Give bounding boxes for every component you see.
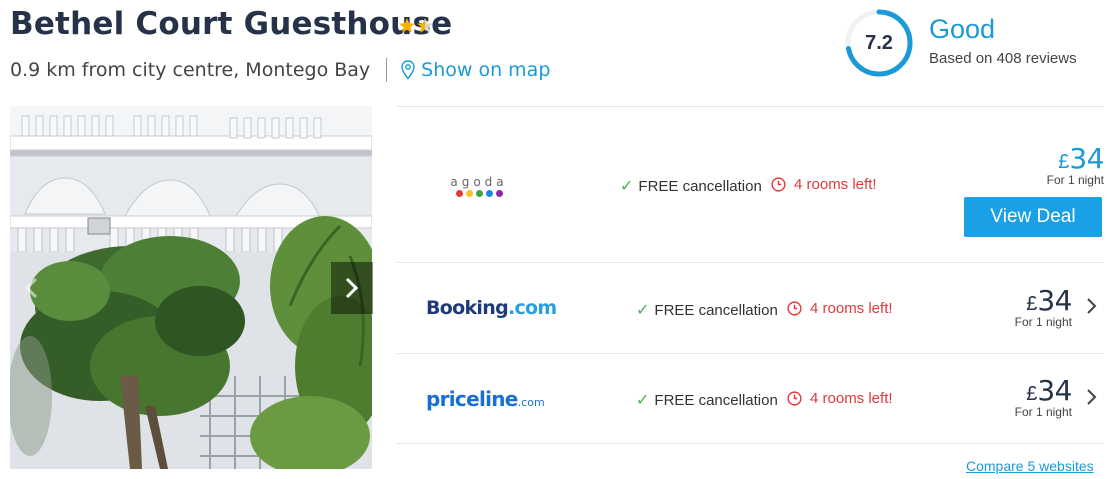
location-line: 0.9 km from city centre, Montego Bay Sho… [10,58,550,82]
chevron-right-icon [1087,389,1097,405]
compare-websites-link[interactable]: Compare 5 websites [966,458,1094,474]
price-booking: £34 For 1 night [962,284,1073,329]
rooms-left-agoda: 4 rooms left! [771,176,877,193]
free-cancellation-label: FREE cancellation [654,391,778,409]
hotel-photo-image [10,106,372,469]
currency-symbol: £ [1058,151,1070,173]
hotel-name: Bethel Court Guesthouse [10,6,453,42]
priceline-logo[interactable]: priceline.com [426,387,545,411]
free-cancellation-label: FREE cancellation [638,177,762,195]
price-amount: 34 [1037,284,1072,317]
price-per-night: For 1 night [1046,173,1104,187]
review-count: Based on 408 reviews [929,50,1077,67]
price-agoda: £34 For 1 night [994,142,1105,187]
rating-word: Good [929,14,996,44]
rooms-left-priceline: 4 rooms left! [787,390,893,407]
booking-logo-main: Booking [426,297,509,319]
free-cancellation-label: FREE cancellation [654,301,778,319]
clock-icon [787,391,802,406]
price-per-night: For 1 night [1014,315,1072,329]
star-rating-icon [399,18,433,33]
divider [386,58,388,82]
check-icon: ✓ [620,178,634,195]
booking-logo[interactable]: Booking.com [426,297,557,319]
currency-symbol: £ [1026,383,1038,405]
free-cancellation-agoda: ✓ FREE cancellation [620,176,762,196]
show-on-map-link[interactable]: Show on map [401,59,550,81]
free-cancellation-priceline: ✓ FREE cancellation [636,390,778,410]
booking-expand-button[interactable] [1086,297,1097,321]
booking-logo-suffix: .com [507,297,557,319]
priceline-expand-button[interactable] [1086,388,1097,412]
rating-score: 7.2 [865,31,893,54]
view-deal-button[interactable]: View Deal [964,197,1102,237]
clock-icon [771,177,786,192]
rooms-left-label: 4 rooms left! [794,176,877,193]
hotel-photo[interactable] [10,106,372,469]
price-priceline: £34 For 1 night [962,374,1073,419]
price-amount: 34 [1037,374,1072,407]
clock-icon [787,301,802,316]
price-amount: 34 [1069,142,1104,175]
currency-symbol: £ [1026,293,1038,315]
rooms-left-label: 4 rooms left! [810,390,893,407]
map-pin-icon [401,60,415,80]
free-cancellation-booking: ✓ FREE cancellation [636,300,778,320]
distance-text: 0.9 km from city centre, Montego Bay [10,59,371,81]
rooms-left-booking: 4 rooms left! [787,300,893,317]
agoda-logo[interactable]: agoda [450,175,508,197]
price-per-night: For 1 night [1014,405,1072,419]
rooms-left-label: 4 rooms left! [810,300,893,317]
chevron-right-icon [345,277,359,299]
agoda-logo-text: agoda [450,175,508,189]
chevron-right-icon [1087,298,1097,314]
priceline-logo-suffix: .com [517,396,545,409]
check-icon: ✓ [636,302,650,319]
photo-prev-button[interactable] [10,262,52,314]
photo-next-button[interactable] [331,262,373,314]
check-icon: ✓ [636,392,650,409]
priceline-logo-main: priceline [426,387,518,411]
show-on-map-label: Show on map [421,59,551,81]
agoda-logo-dots [450,190,508,197]
chevron-left-icon [24,277,38,299]
